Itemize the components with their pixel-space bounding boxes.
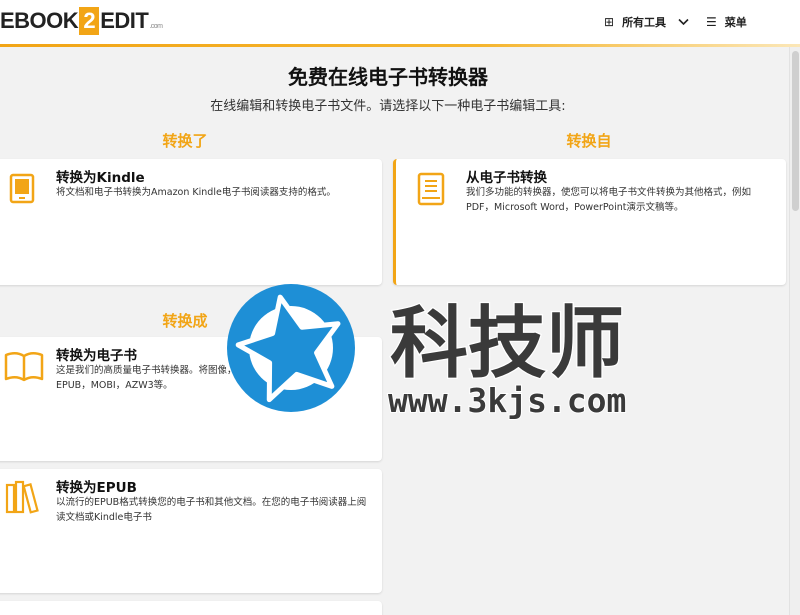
logo-suffix: .com <box>149 23 163 30</box>
book-icon <box>412 167 448 207</box>
books-shelf-icon <box>2 477 39 517</box>
site-header: EBOOK 2 EDIT .com ⊞ 所有工具 ☰ 菜单 <box>0 0 800 44</box>
logo-text-left: EBOOK <box>0 8 79 33</box>
site-logo[interactable]: EBOOK 2 EDIT .com <box>0 6 163 36</box>
card-convert-ebook[interactable]: 转换为电子书 这是我们的高质量电子书转换器。将图像，PDF或电子书文件转换为EP… <box>0 337 382 461</box>
section-convert-to: 转换了 <box>162 132 208 150</box>
scrollbar-thumb[interactable] <box>792 51 799 211</box>
card-description: 我们多功能的转换器，使您可以将电子书文件转换为其他格式，例如PDF，Micros… <box>466 187 752 213</box>
page-title: 免费在线电子书转换器 <box>288 65 488 89</box>
chevron-down-icon <box>678 16 689 29</box>
all-tools-label: 所有工具 <box>622 16 667 29</box>
page-subtitle: 在线编辑和转换电子书文件。请选择以下一种电子书编辑工具: <box>210 99 566 114</box>
logo-text-right: EDIT <box>100 8 149 33</box>
kindle-icon <box>2 167 38 207</box>
scrollbar[interactable] <box>789 47 800 615</box>
logo-text-mid: 2 <box>79 7 100 35</box>
card-next-partial[interactable] <box>0 601 382 615</box>
header-accent-bar <box>0 44 800 47</box>
card-title: 从电子书转换 <box>466 170 547 186</box>
section-convert-into: 转换成 <box>162 312 208 330</box>
card-convert-from-ebook[interactable]: 从电子书转换 我们多功能的转换器，使您可以将电子书文件转换为其他格式，例如PDF… <box>393 159 786 285</box>
card-title: 转换为电子书 <box>56 348 137 364</box>
card-convert-epub[interactable]: 转换为EPUB 以流行的EPUB格式转换您的电子书和其他文档。在您的电子书阅读器… <box>0 469 382 593</box>
card-title: 转换为Kindle <box>56 170 145 186</box>
open-book-icon <box>2 345 44 385</box>
menu-icon: ☰ <box>706 15 717 29</box>
card-description: 将文档和电子书转换为Amazon Kindle电子书阅读器支持的格式。 <box>56 187 336 198</box>
card-convert-kindle[interactable]: 转换为Kindle 将文档和电子书转换为Amazon Kindle电子书阅读器支… <box>0 159 382 285</box>
grid-icon: ⊞ <box>604 15 615 29</box>
card-description: 这是我们的高质量电子书转换器。将图像，PDF或电子书文件转换为EPUB，MOBI… <box>56 365 341 391</box>
watermark-url: www.3kjs.com <box>388 381 626 420</box>
card-title: 转换为EPUB <box>56 480 137 496</box>
section-convert-from: 转换自 <box>566 132 612 150</box>
watermark-text: 科技师 <box>390 299 624 389</box>
all-tools-dropdown[interactable]: ⊞ 所有工具 <box>604 12 689 32</box>
menu-button[interactable]: ☰ 菜单 <box>706 12 747 32</box>
menu-label: 菜单 <box>724 16 747 29</box>
card-description: 以流行的EPUB格式转换您的电子书和其他文档。在您的电子书阅读器上阅读文档或Ki… <box>56 497 367 523</box>
